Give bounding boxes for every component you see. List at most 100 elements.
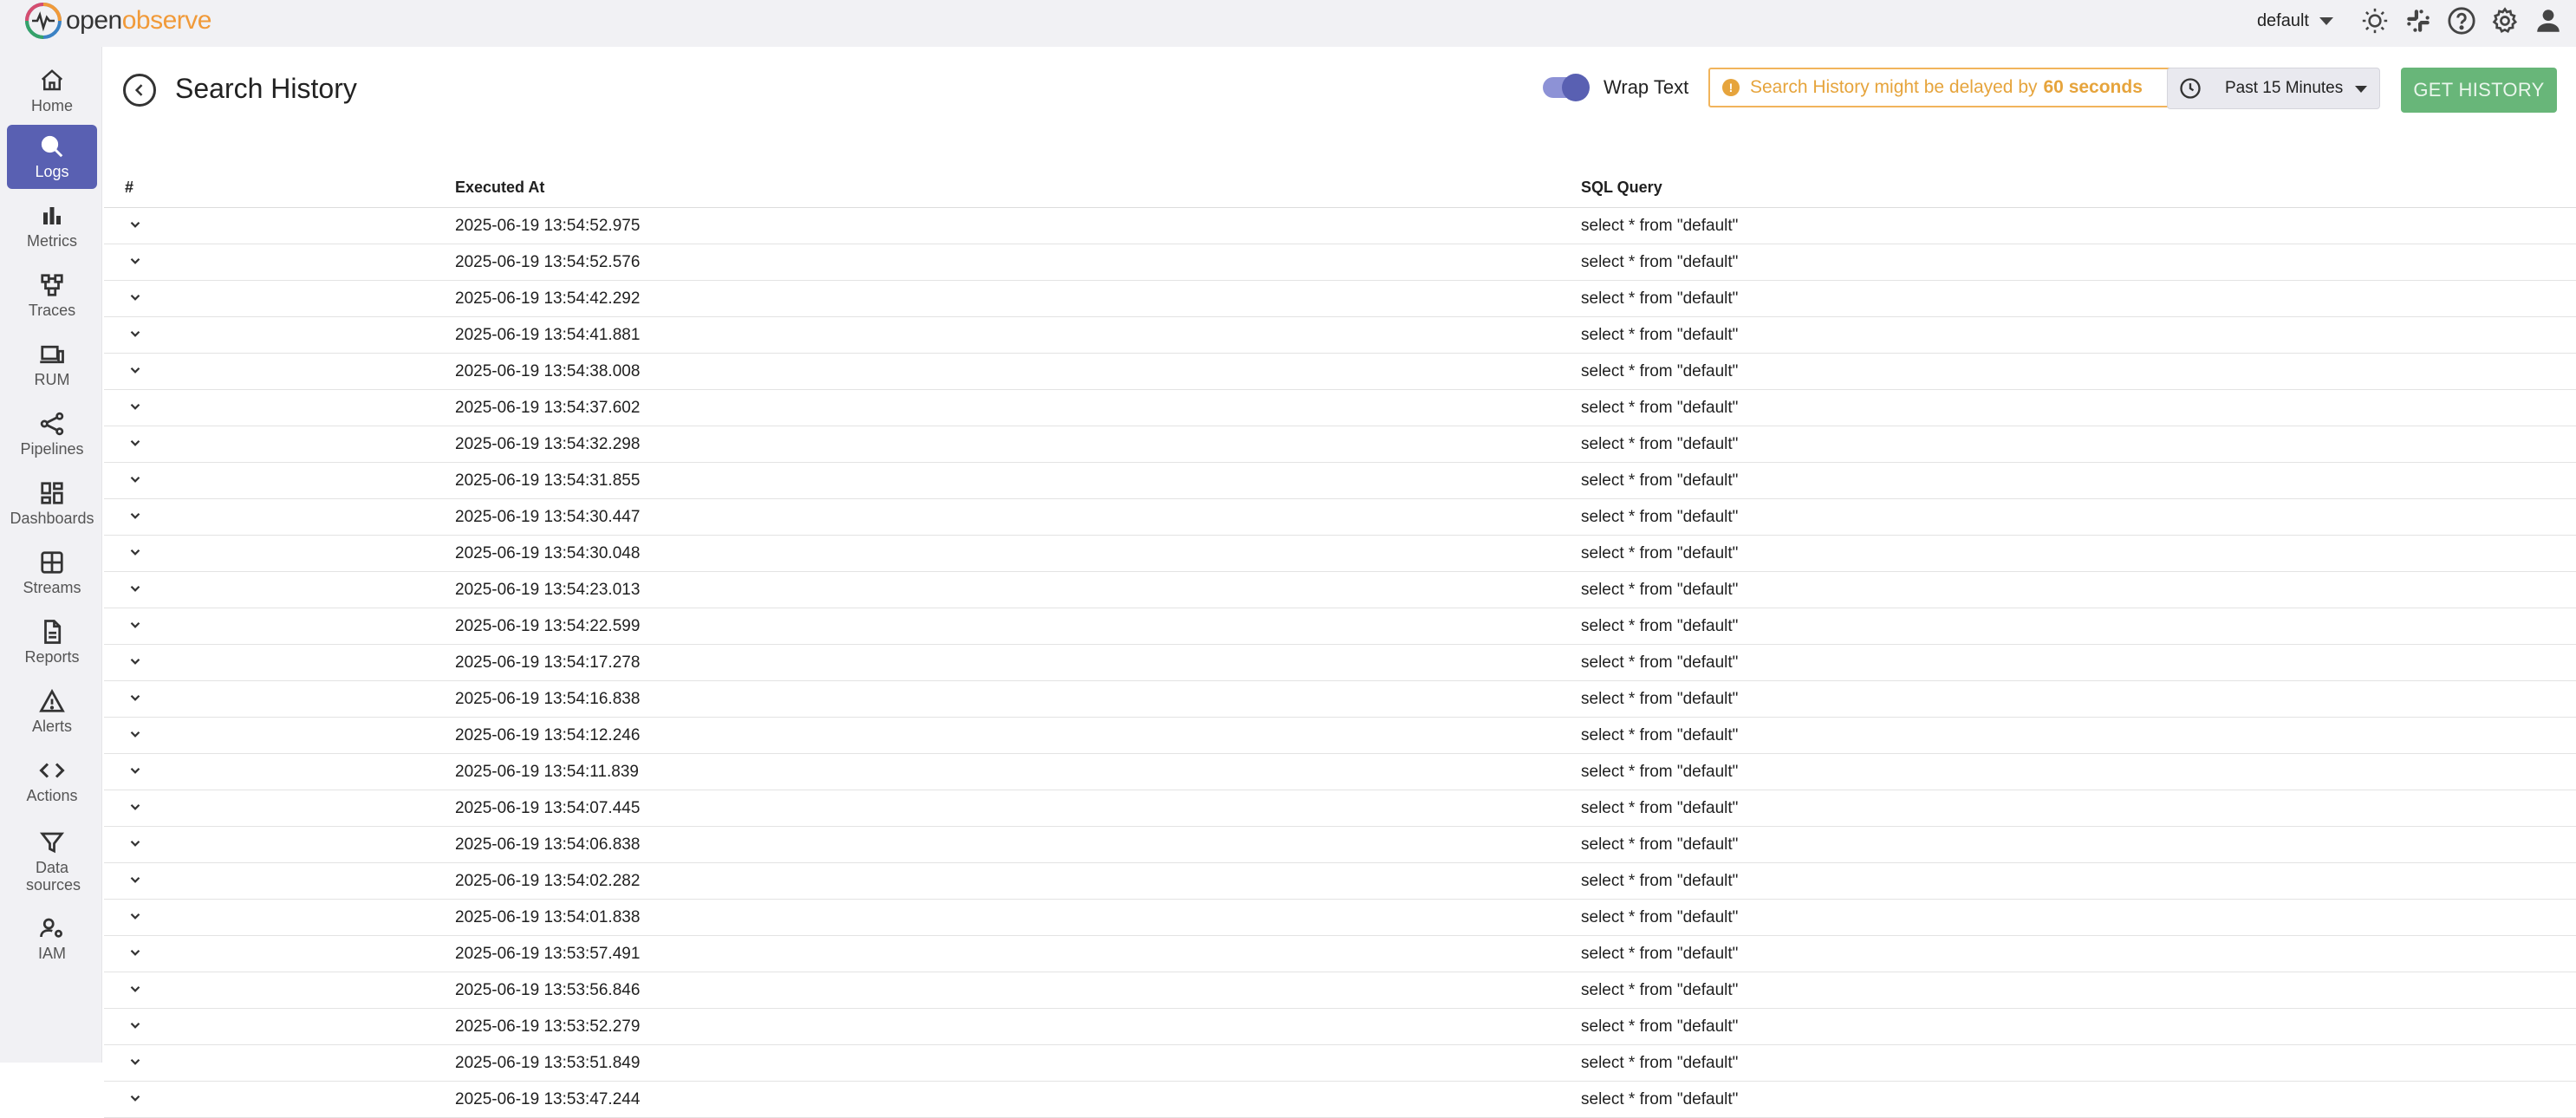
executed-at-cell: 2025-06-19 13:54:30.447 bbox=[455, 508, 641, 526]
table-row[interactable]: 2025-06-19 13:54:01.838 select * from "de… bbox=[104, 900, 2576, 936]
sidebar-item-logs[interactable]: Logs bbox=[7, 125, 97, 189]
table-row[interactable]: 2025-06-19 13:54:17.278 select * from "de… bbox=[104, 645, 2576, 681]
chevron-down-icon[interactable] bbox=[127, 581, 143, 596]
table-row[interactable]: 2025-06-19 13:53:52.279 select * from "de… bbox=[104, 1009, 2576, 1045]
sidebar-item-reports[interactable]: Reports bbox=[7, 610, 97, 674]
search-history-table: # Executed At SQL Query 2025-06-19 13:54… bbox=[104, 168, 2576, 1118]
table-row[interactable]: 2025-06-19 13:54:38.008 select * from "de… bbox=[104, 354, 2576, 390]
sidebar-item-iam[interactable]: IAM bbox=[7, 907, 97, 971]
sidebar-item-rum[interactable]: RUM bbox=[7, 333, 97, 397]
chevron-down-icon[interactable] bbox=[127, 217, 143, 232]
sidebar-item-pipelines[interactable]: Pipelines bbox=[7, 402, 97, 466]
table-row[interactable]: 2025-06-19 13:54:32.298 select * from "de… bbox=[104, 426, 2576, 463]
chevron-down-icon[interactable] bbox=[127, 1017, 143, 1033]
org-selector[interactable]: default bbox=[2257, 11, 2333, 31]
main-content: Search History Wrap Text ! Search Histor… bbox=[104, 47, 2576, 1118]
chevron-down-icon[interactable] bbox=[127, 908, 143, 924]
table-row[interactable]: 2025-06-19 13:54:06.838 select * from "de… bbox=[104, 827, 2576, 863]
chevron-down-icon[interactable] bbox=[127, 617, 143, 633]
caret-down-icon bbox=[2319, 16, 2333, 25]
chevron-down-icon[interactable] bbox=[127, 690, 143, 705]
table-row[interactable]: 2025-06-19 13:54:42.292 select * from "de… bbox=[104, 281, 2576, 317]
sql-query-cell: select * from "default" bbox=[1581, 872, 1739, 890]
table-row[interactable]: 2025-06-19 13:54:16.838 select * from "de… bbox=[104, 681, 2576, 718]
page-header: Search History Wrap Text ! Search Histor… bbox=[104, 47, 2576, 133]
time-range-picker[interactable]: Past 15 Minutes bbox=[2167, 68, 2380, 109]
chevron-down-icon[interactable] bbox=[127, 399, 143, 414]
sidebar-item-traces[interactable]: Traces bbox=[7, 263, 97, 328]
chevron-down-icon[interactable] bbox=[127, 326, 143, 341]
help-icon[interactable] bbox=[2446, 5, 2477, 36]
column-header-executed-at[interactable]: Executed At bbox=[455, 179, 544, 197]
sidebar-item-actions[interactable]: Actions bbox=[7, 749, 97, 813]
table-row[interactable]: 2025-06-19 13:54:31.855 select * from "de… bbox=[104, 463, 2576, 499]
sql-query-cell: select * from "default" bbox=[1581, 435, 1739, 453]
chevron-down-icon[interactable] bbox=[127, 435, 143, 451]
executed-at-cell: 2025-06-19 13:54:11.839 bbox=[455, 763, 639, 781]
executed-at-cell: 2025-06-19 13:54:41.881 bbox=[455, 326, 641, 344]
chevron-down-icon[interactable] bbox=[127, 653, 143, 669]
table-row[interactable]: 2025-06-19 13:54:52.576 select * from "de… bbox=[104, 244, 2576, 281]
slack-icon[interactable] bbox=[2403, 5, 2434, 36]
sql-query-cell: select * from "default" bbox=[1581, 1017, 1739, 1036]
back-button[interactable] bbox=[123, 74, 156, 107]
table-row[interactable]: 2025-06-19 13:54:22.599 select * from "de… bbox=[104, 608, 2576, 645]
chevron-down-icon[interactable] bbox=[127, 289, 143, 305]
chevron-down-icon[interactable] bbox=[127, 835, 143, 851]
table-row[interactable]: 2025-06-19 13:53:57.491 select * from "de… bbox=[104, 936, 2576, 972]
sidebar-item-metrics[interactable]: Metrics bbox=[7, 194, 97, 258]
sql-query-cell: select * from "default" bbox=[1581, 217, 1739, 235]
user-icon[interactable] bbox=[2533, 5, 2564, 36]
toggle-thumb[interactable] bbox=[1562, 74, 1590, 101]
table-row[interactable]: 2025-06-19 13:54:30.048 select * from "de… bbox=[104, 536, 2576, 572]
chevron-down-icon[interactable] bbox=[127, 763, 143, 778]
sql-query-cell: select * from "default" bbox=[1581, 326, 1739, 344]
chevron-down-icon[interactable] bbox=[127, 544, 143, 560]
executed-at-cell: 2025-06-19 13:54:30.048 bbox=[455, 544, 641, 562]
notice-delay-value: 60 seconds bbox=[2043, 77, 2143, 97]
table-row[interactable]: 2025-06-19 13:54:12.246 select * from "de… bbox=[104, 718, 2576, 754]
chevron-down-icon[interactable] bbox=[127, 471, 143, 487]
sidebar-item-streams[interactable]: Streams bbox=[7, 541, 97, 605]
chevron-down-icon[interactable] bbox=[127, 1054, 143, 1069]
chevron-down-icon[interactable] bbox=[127, 508, 143, 523]
table-row[interactable]: 2025-06-19 13:53:47.244 select * from "de… bbox=[104, 1082, 2576, 1118]
sql-query-cell: select * from "default" bbox=[1581, 253, 1739, 271]
chevron-down-icon[interactable] bbox=[127, 981, 143, 997]
sidebar-item-data-sources[interactable]: Data sources bbox=[7, 823, 97, 900]
table-header: # Executed At SQL Query bbox=[104, 168, 2576, 208]
table-row[interactable]: 2025-06-19 13:54:41.881 select * from "de… bbox=[104, 317, 2576, 354]
openobserve-logo[interactable]: openobserve bbox=[24, 2, 211, 40]
chevron-down-icon[interactable] bbox=[127, 1090, 143, 1106]
table-row[interactable]: 2025-06-19 13:54:30.447 select * from "de… bbox=[104, 499, 2576, 536]
settings-icon[interactable] bbox=[2489, 5, 2521, 36]
chevron-down-icon[interactable] bbox=[127, 726, 143, 742]
theme-toggle-icon[interactable] bbox=[2359, 5, 2391, 36]
sidebar-item-home[interactable]: Home bbox=[7, 59, 97, 123]
table-row[interactable]: 2025-06-19 13:54:23.013 select * from "de… bbox=[104, 572, 2576, 608]
chevron-down-icon[interactable] bbox=[127, 253, 143, 269]
sql-query-cell: select * from "default" bbox=[1581, 617, 1739, 635]
table-row[interactable]: 2025-06-19 13:54:37.602 select * from "de… bbox=[104, 390, 2576, 426]
executed-at-cell: 2025-06-19 13:54:32.298 bbox=[455, 435, 641, 453]
wrap-text-toggle[interactable]: Wrap Text bbox=[1543, 74, 1688, 101]
sidebar-item-dashboards[interactable]: Dashboards bbox=[7, 471, 97, 536]
column-header-sql-query[interactable]: SQL Query bbox=[1581, 179, 1662, 197]
chevron-down-icon[interactable] bbox=[127, 799, 143, 815]
toggle-track[interactable] bbox=[1543, 74, 1590, 101]
logo-mark-icon bbox=[25, 3, 62, 39]
table-row[interactable]: 2025-06-19 13:54:07.445 select * from "de… bbox=[104, 790, 2576, 827]
share-icon bbox=[40, 412, 64, 436]
chevron-down-icon[interactable] bbox=[127, 945, 143, 960]
bar-chart-icon bbox=[43, 207, 61, 224]
sql-query-cell: select * from "default" bbox=[1581, 726, 1739, 744]
chevron-down-icon[interactable] bbox=[127, 362, 143, 378]
get-history-button[interactable]: GET HISTORY bbox=[2401, 68, 2557, 113]
sidebar-item-alerts[interactable]: Alerts bbox=[7, 679, 97, 744]
table-row[interactable]: 2025-06-19 13:53:51.849 select * from "de… bbox=[104, 1045, 2576, 1082]
table-row[interactable]: 2025-06-19 13:53:56.846 select * from "de… bbox=[104, 972, 2576, 1009]
chevron-down-icon[interactable] bbox=[127, 872, 143, 887]
table-row[interactable]: 2025-06-19 13:54:02.282 select * from "de… bbox=[104, 863, 2576, 900]
table-row[interactable]: 2025-06-19 13:54:52.975 select * from "de… bbox=[104, 208, 2576, 244]
table-row[interactable]: 2025-06-19 13:54:11.839 select * from "de… bbox=[104, 754, 2576, 790]
